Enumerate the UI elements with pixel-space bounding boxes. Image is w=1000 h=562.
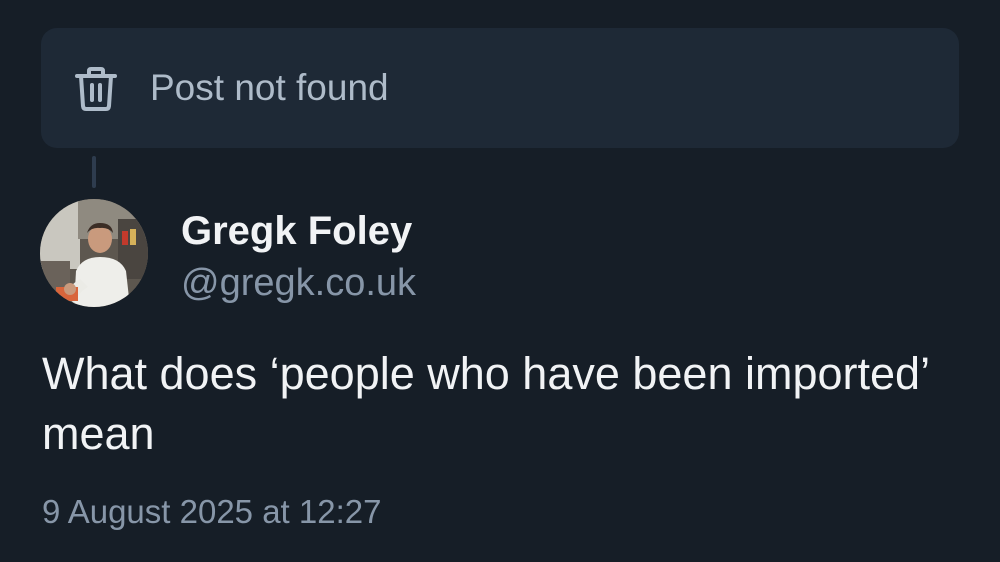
thread-connector-line [92,156,96,188]
trash-icon [74,66,118,112]
post-timestamp: 9 August 2025 at 12:27 [42,493,382,530]
author-handle[interactable]: @gregk.co.uk [181,260,416,306]
post-not-found-text: Post not found [150,67,389,108]
author-name[interactable]: Gregk Foley [181,207,412,255]
avatar[interactable] [40,199,148,307]
post-text: What does ‘people who have been imported… [42,348,929,459]
